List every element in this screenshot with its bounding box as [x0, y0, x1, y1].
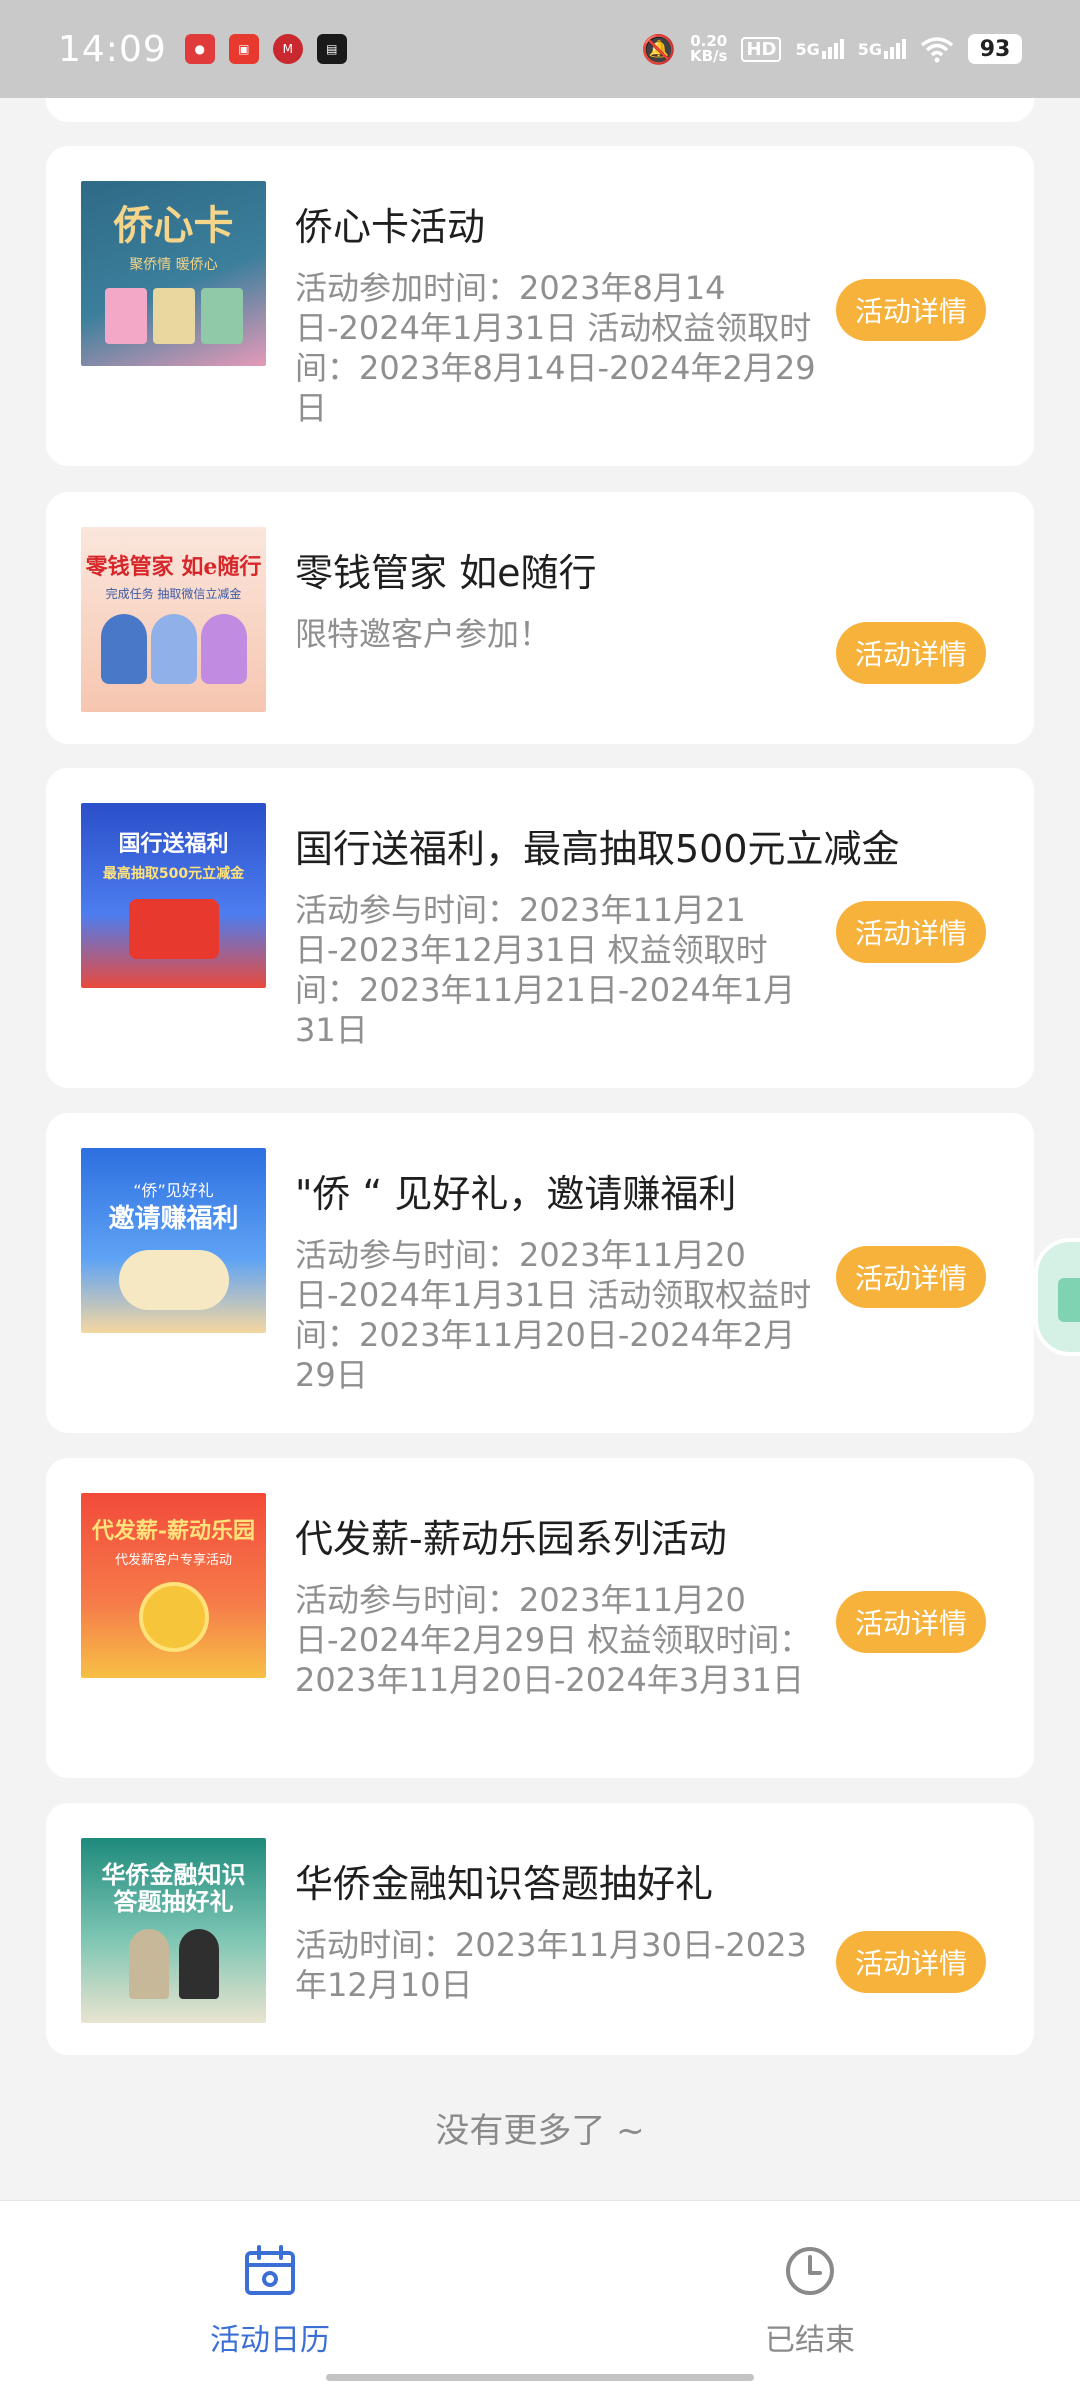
thumbnail-subtitle: “侨”见好礼: [133, 1181, 214, 1201]
thumbnail-subtitle: 聚侨情 暖侨心: [129, 256, 218, 273]
thumbnail-title: 邀请赚福利: [108, 1204, 239, 1235]
wifi-icon: [920, 37, 954, 63]
activity-title: 华侨金融知识答题抽好礼: [295, 1862, 714, 1906]
thumbnail-subtitle: 最高抽取500元立减金: [102, 865, 245, 882]
activity-detail-button[interactable]: 活动详情: [836, 901, 986, 963]
activity-card[interactable]: 华侨金融知识答题抽好礼 华侨金融知识答题抽好礼 活动时间：2023年11月30日…: [46, 1803, 1034, 2055]
status-right-group: 🔕 0.20 KB/s HD 5G 5G 93: [641, 33, 1022, 66]
activity-description: 活动时间：2023年11月30日-2023年12月10日: [295, 1926, 807, 2004]
activity-detail-button[interactable]: 活动详情: [836, 1591, 986, 1653]
tab-label: 已结束: [765, 2323, 855, 2358]
activity-description: 限特邀客户参加！: [295, 615, 552, 653]
net-speed-unit: KB/s: [689, 47, 728, 65]
activity-title: 代发薪-薪动乐园系列活动: [295, 1517, 727, 1561]
signal-label: 5G: [857, 40, 882, 59]
activity-thumbnail: 代发薪-薪动乐园 代发薪客户专享活动: [81, 1493, 266, 1678]
activity-description: 活动参加时间：2023年8月14日-2024年1月31日 活动权益领取时间：20…: [295, 269, 816, 427]
app-notification-icon: ●: [184, 34, 215, 64]
tab-ended[interactable]: 已结束: [710, 2243, 910, 2359]
thumbnail-title: 零钱管家 如e随行: [85, 553, 262, 580]
activity-title: 零钱管家 如e随行: [295, 551, 597, 595]
thumbnail-subtitle: 完成任务 抽取微信立减金: [105, 587, 242, 602]
coin-graphic: [138, 1582, 209, 1653]
activity-detail-button[interactable]: 活动详情: [836, 1246, 986, 1308]
activity-description: 活动参与时间：2023年11月21日-2023年12月31日 权益领取时间：20…: [295, 891, 796, 1049]
activity-list[interactable]: 侨心卡 聚侨情 暖侨心 侨心卡活动 活动参加时间：2023年8月14日-2024…: [0, 98, 1080, 2200]
hd-icon: HD: [741, 36, 782, 62]
signal-label: 5G: [795, 40, 820, 59]
net-speed: 0.20 KB/s: [690, 34, 727, 64]
activity-detail-button[interactable]: 活动详情: [836, 622, 986, 684]
bottom-nav: 活动日历 已结束: [0, 2200, 1080, 2388]
scroll-graphic: [118, 1249, 229, 1310]
activity-thumbnail: 侨心卡 聚侨情 暖侨心: [81, 181, 266, 366]
activity-description: 活动参与时间：2023年11月20日-2024年2月29日 权益领取时间：202…: [295, 1581, 812, 1699]
activity-title: 侨心卡活动: [295, 205, 486, 249]
figures-graphic: [128, 1928, 219, 1999]
mute-icon: 🔕: [641, 32, 676, 66]
activity-card[interactable]: 国行送福利 最高抽取500元立减金 国行送福利，最高抽取500元立减金 活动参与…: [46, 768, 1034, 1088]
activity-detail-button[interactable]: 活动详情: [836, 279, 986, 341]
signal-icon: 5G: [858, 39, 906, 59]
activity-title: "侨 “ 见好礼，邀请赚福利: [295, 1172, 737, 1216]
gift-graphic: [128, 898, 219, 959]
floating-service-button[interactable]: [1034, 1238, 1080, 1356]
card-graphic: [104, 287, 243, 344]
activity-card[interactable]: “侨”见好礼 邀请赚福利 "侨 “ 见好礼，邀请赚福利 活动参与时间：2023年…: [46, 1113, 1034, 1433]
tab-activity-calendar[interactable]: 活动日历: [170, 2243, 370, 2359]
activity-detail-button[interactable]: 活动详情: [836, 1931, 986, 1993]
activity-card[interactable]: 代发薪-薪动乐园 代发薪客户专享活动 代发薪-薪动乐园系列活动 活动参与时间：2…: [46, 1458, 1034, 1778]
home-indicator[interactable]: [326, 2374, 754, 2381]
activity-description: 活动参与时间：2023年11月20日-2024年1月31日 活动领取权益时间：2…: [295, 1236, 812, 1394]
status-time: 14:09: [58, 28, 167, 70]
thumbnail-title: 侨心卡: [113, 201, 234, 249]
activity-thumbnail: 国行送福利 最高抽取500元立减金: [81, 803, 266, 988]
activity-thumbnail: “侨”见好礼 邀请赚福利: [81, 1148, 266, 1333]
no-more-text: 没有更多了 ~: [435, 2111, 645, 2151]
app-notification-icon: ▣: [228, 34, 259, 64]
card-partial: [46, 98, 1034, 122]
calendar-icon: [245, 2245, 295, 2295]
thumbnail-subtitle: 代发薪客户专享活动: [114, 1553, 232, 1569]
app-notification-icon: ▤: [316, 34, 347, 64]
activity-thumbnail: 零钱管家 如e随行 完成任务 抽取微信立减金: [81, 527, 266, 712]
mascot-graphic: [100, 614, 247, 685]
tab-label: 活动日历: [210, 2323, 330, 2358]
signal-icon: 5G: [795, 39, 844, 59]
battery-indicator: 93: [968, 34, 1022, 64]
status-bar: 14:09 ● ▣ M ▤ 🔕 0.20 KB/s HD 5G 5G 93: [0, 0, 1080, 98]
activity-card[interactable]: 零钱管家 如e随行 完成任务 抽取微信立减金 零钱管家 如e随行 限特邀客户参加…: [46, 492, 1034, 744]
service-icon: [1058, 1278, 1080, 1322]
thumbnail-title: 国行送福利: [118, 831, 229, 858]
activity-thumbnail: 华侨金融知识答题抽好礼: [81, 1838, 266, 2023]
app-notification-icon: M: [272, 34, 303, 64]
activity-title: 国行送福利，最高抽取500元立减金: [295, 827, 900, 871]
thumbnail-title: 华侨金融知识答题抽好礼: [101, 1860, 246, 1916]
thumbnail-title: 代发薪-薪动乐园: [91, 1517, 256, 1544]
activity-card[interactable]: 侨心卡 聚侨情 暖侨心 侨心卡活动 活动参加时间：2023年8月14日-2024…: [46, 146, 1034, 466]
clock-icon: [786, 2247, 834, 2295]
